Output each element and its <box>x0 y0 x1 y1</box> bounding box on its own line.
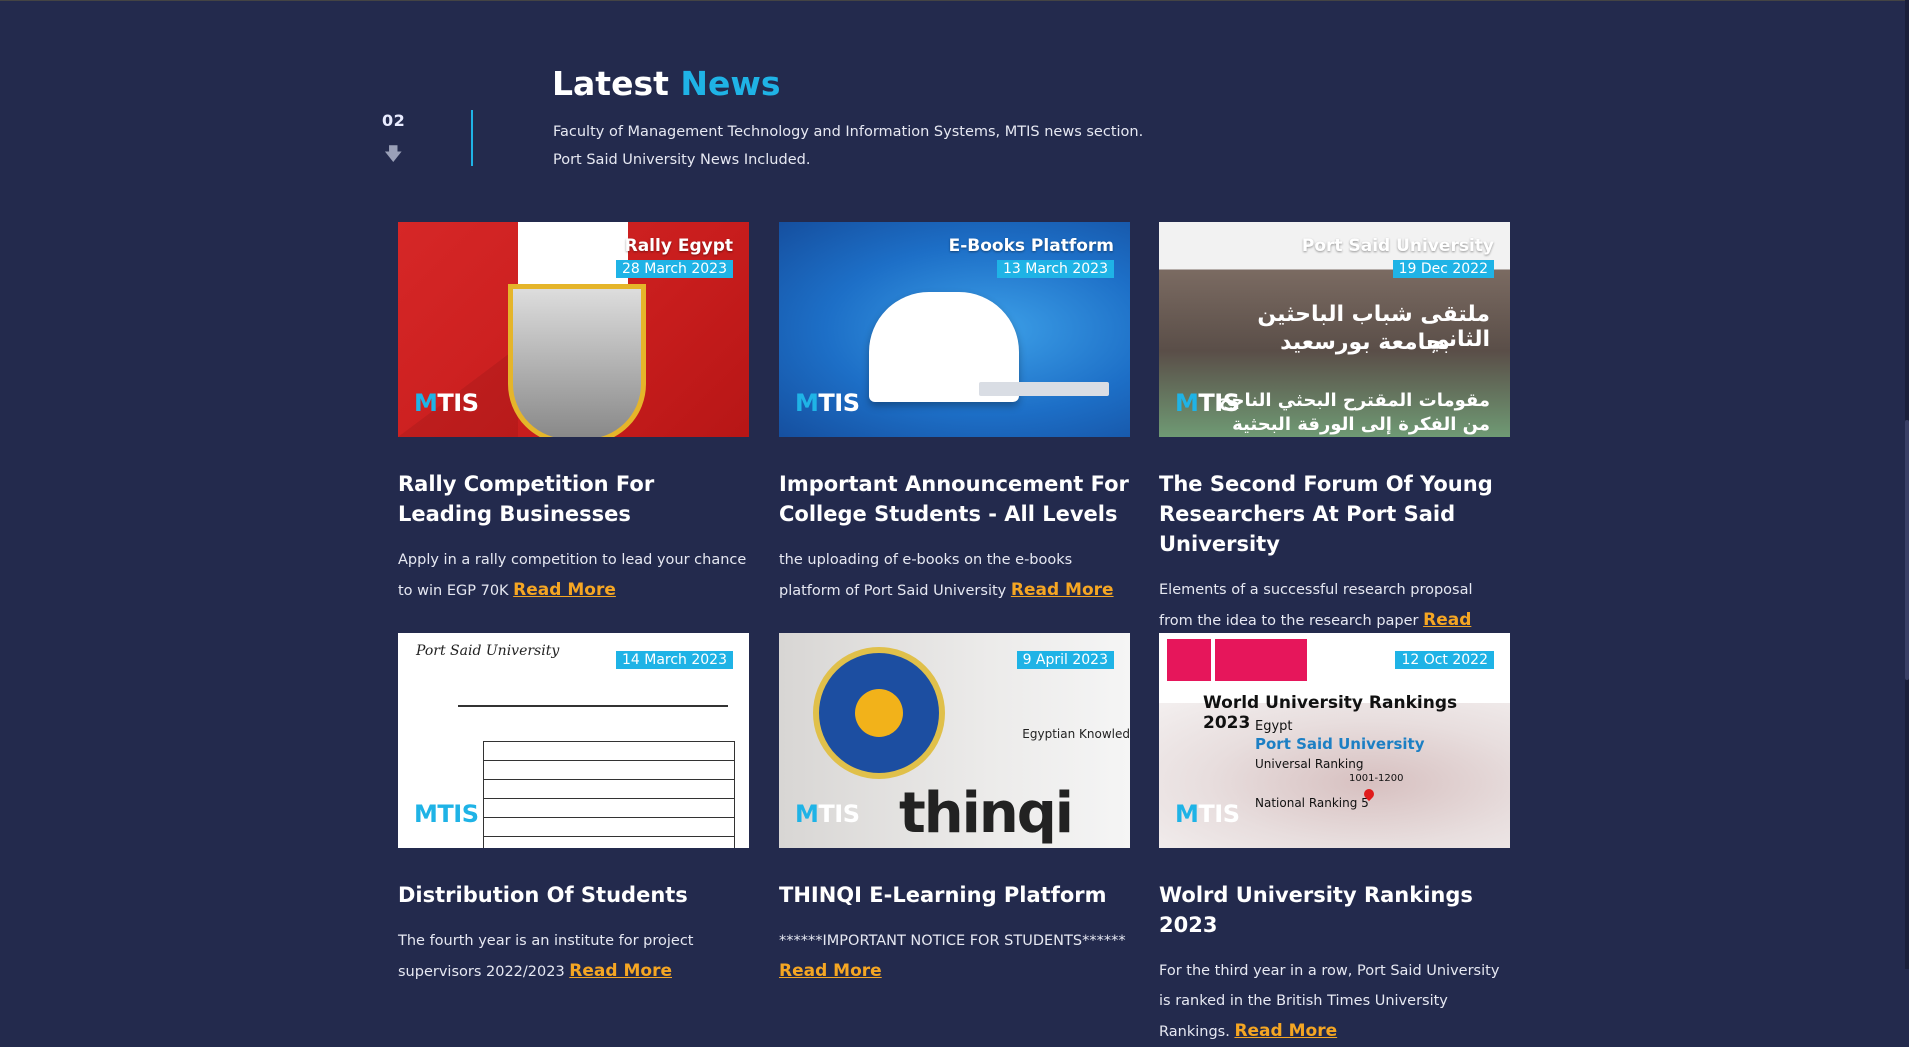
news-date: 9 April 2023 <box>1016 651 1114 669</box>
news-category: Port Said University <box>1301 236 1494 256</box>
news-date: 13 March 2023 <box>996 260 1114 278</box>
news-thumbnail[interactable]: ملتقى شباب الباحثين الثاني بجامعة بورسعي… <box>1159 222 1510 437</box>
city-shield-image <box>508 284 646 437</box>
image-rank-range: 1001-1200 <box>1349 773 1404 784</box>
news-card: E-Books Platform 13 March 2023 MTIS Impo… <box>779 222 1130 606</box>
image-universal-ranking: Universal Ranking <box>1255 757 1364 771</box>
news-category: E-Books Platform <box>948 236 1114 256</box>
news-card: Egyptian Knowled thinqi 9 April 2023 MTI… <box>779 633 1130 987</box>
news-title[interactable]: Distribution Of Students <box>398 880 749 910</box>
mtis-logo: MTIS <box>1175 389 1240 417</box>
mtis-logo: MTIS <box>414 800 479 828</box>
mtis-logo: MTIS <box>414 389 479 417</box>
read-more-link[interactable]: Read More <box>569 961 672 981</box>
news-title[interactable]: The Second Forum Of Young Researchers At… <box>1159 469 1510 559</box>
section-number: 02 <box>382 111 406 130</box>
news-thumbnail[interactable]: E-Books Platform 13 March 2023 MTIS <box>779 222 1130 437</box>
news-date: 19 Dec 2022 <box>1392 260 1494 278</box>
scrollbar-thumb[interactable] <box>1905 420 1909 680</box>
document-table <box>483 741 735 848</box>
section-description: Faculty of Management Technology and Inf… <box>553 118 1193 174</box>
mtis-logo: MTIS <box>795 800 860 828</box>
news-thumbnail[interactable]: Port Said University 14 March 2023 MTIS <box>398 633 749 848</box>
news-card: Rally Egypt 28 March 2023 MTIS Rally Com… <box>398 222 749 606</box>
read-more-link[interactable]: Read More <box>1234 1021 1337 1041</box>
scrollbar[interactable] <box>1905 0 1909 969</box>
title-accent: News <box>680 64 781 103</box>
image-heading: World University Rankings 2023 <box>1203 693 1458 733</box>
news-excerpt: The fourth year is an institute for proj… <box>398 926 749 987</box>
news-title[interactable]: Important Announcement For College Stude… <box>779 469 1130 529</box>
news-excerpt: ******IMPORTANT NOTICE FOR STUDENTS*****… <box>779 926 1130 987</box>
news-excerpt: For the third year in a row, Port Said U… <box>1159 956 1510 1047</box>
image-side-text: Egyptian Knowled <box>1022 727 1130 741</box>
laptop-image <box>979 382 1109 396</box>
image-university: Port Said University <box>1255 735 1425 753</box>
news-date: 12 Oct 2022 <box>1395 651 1494 669</box>
thinqi-logo: thinqi <box>899 781 1074 846</box>
mtis-logo: MTIS <box>795 389 860 417</box>
news-title[interactable]: Wolrd University Rankings 2023 <box>1159 880 1510 940</box>
document-header: Port Said University <box>416 643 560 659</box>
image-arabic-subtitle: بجامعة بورسعيد <box>1280 330 1450 355</box>
read-more-link[interactable]: Read More <box>513 580 616 600</box>
document-heading-line <box>458 705 728 707</box>
page-title: Latest News <box>552 64 781 103</box>
arrow-down-icon[interactable]: 🡇 <box>384 146 403 164</box>
read-more-link[interactable]: Read More <box>779 961 882 981</box>
description-line-1: Faculty of Management Technology and Inf… <box>553 124 1144 140</box>
title-main: Latest <box>552 64 669 103</box>
mtis-logo: MTIS <box>1175 800 1240 828</box>
read-more-link[interactable]: Read More <box>1011 580 1114 600</box>
news-date: 28 March 2023 <box>615 260 733 278</box>
news-excerpt: the uploading of e-books on the e-books … <box>779 545 1130 606</box>
news-card: ملتقى شباب الباحثين الثاني بجامعة بورسعي… <box>1159 222 1510 667</box>
image-arabic-line-4: من الفكرة إلى الورقة البحثية <box>1232 414 1490 435</box>
top-border <box>0 0 1909 1</box>
news-thumbnail[interactable]: Rally Egypt 28 March 2023 MTIS <box>398 222 749 437</box>
news-title[interactable]: Rally Competition For Leading Businesses <box>398 469 749 529</box>
news-thumbnail[interactable]: World University Rankings 2023 Egypt Por… <box>1159 633 1510 848</box>
scu-seal-image <box>813 647 945 779</box>
excerpt-text: ******IMPORTANT NOTICE FOR STUDENTS*****… <box>779 933 1126 949</box>
news-thumbnail[interactable]: Egyptian Knowled thinqi 9 April 2023 MTI… <box>779 633 1130 848</box>
news-excerpt: Apply in a rally competition to lead you… <box>398 545 749 606</box>
divider-line <box>471 110 473 166</box>
news-category: Rally Egypt <box>624 236 733 256</box>
news-date: 14 March 2023 <box>615 651 733 669</box>
image-national-ranking: National Ranking 5 <box>1255 796 1369 810</box>
news-card: Port Said University 14 March 2023 MTIS … <box>398 633 749 987</box>
news-card: World University Rankings 2023 Egypt Por… <box>1159 633 1510 1047</box>
news-title[interactable]: THINQI E-Learning Platform <box>779 880 1130 910</box>
description-line-2: Port Said University News Included. <box>553 152 811 168</box>
seal-center <box>855 689 903 737</box>
image-country: Egypt <box>1255 719 1293 734</box>
the-rankings-logo <box>1167 639 1307 681</box>
